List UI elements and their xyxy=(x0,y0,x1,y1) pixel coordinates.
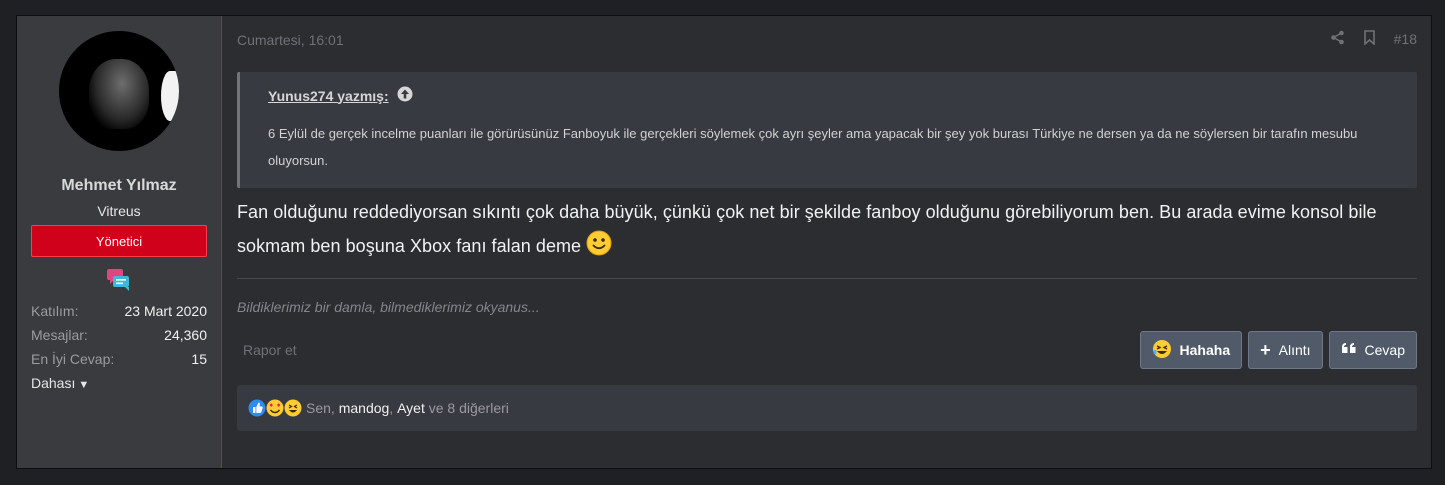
divider xyxy=(237,278,1417,279)
quote-block: Yunus274 yazmış: 6 Eylül de gerçek incel… xyxy=(237,72,1417,188)
stat-value[interactable]: 24,360 xyxy=(164,323,207,347)
bookmark-icon[interactable] xyxy=(1363,30,1376,48)
user-stats: Katılım: 23 Mart 2020 Mesajlar: 24,360 E… xyxy=(31,299,207,371)
reactions-bar: Sen, mandog, Ayet ve 8 diğerleri xyxy=(237,385,1417,431)
stat-joined: Katılım: 23 Mart 2020 xyxy=(31,299,207,323)
user-title: Vitreus xyxy=(97,203,141,219)
post-actions: Rapor et Hahaha + Alıntı Cevap xyxy=(237,331,1417,369)
avatar[interactable] xyxy=(59,31,179,151)
user-banner: Yönetici xyxy=(31,225,207,257)
more-label: Dahası xyxy=(31,375,76,391)
reaction-user-link[interactable]: Ayet xyxy=(397,400,425,416)
quote-text: 6 Eylül de gerçek incelme puanları ile g… xyxy=(268,126,1358,168)
more-toggle[interactable]: Dahası ▼ xyxy=(31,371,207,395)
caret-down-icon: ▼ xyxy=(78,379,90,391)
quote-button[interactable]: + Alıntı xyxy=(1248,331,1323,369)
quote-marks-icon xyxy=(1341,342,1357,359)
action-buttons: Hahaha + Alıntı Cevap xyxy=(1139,331,1417,369)
quote-attribution: Yunus274 yazmış: xyxy=(268,86,1389,105)
username[interactable]: Mehmet Yılmaz xyxy=(31,177,207,195)
stat-best-answer: En İyi Cevap: 15 xyxy=(31,347,207,371)
reaction-separator: , xyxy=(389,400,394,416)
post-main: Cumartesi, 16:01 #18 Yunus274 yazmış: 6 … xyxy=(222,16,1431,468)
reaction-icons[interactable] xyxy=(248,398,302,418)
report-link[interactable]: Rapor et xyxy=(237,342,297,358)
reply-button[interactable]: Cevap xyxy=(1328,331,1417,369)
post-body-text: Fan olduğunu reddediyorsan sıkıntı çok d… xyxy=(237,202,1377,256)
post-meta: Cumartesi, 16:01 #18 xyxy=(237,16,1417,48)
post-tools: #18 xyxy=(1330,30,1417,48)
stat-value: 15 xyxy=(191,351,207,367)
chat-bubbles-icon xyxy=(31,267,207,293)
quote-author-link[interactable]: Yunus274 yazmış: xyxy=(268,88,389,104)
signature: Bildiklerimiz bir damla, bilmediklerimiz… xyxy=(237,299,540,315)
user-info-panel: Mehmet Yılmaz Vitreus Yönetici Katılım: … xyxy=(17,16,222,468)
laughing-emoji-icon xyxy=(1152,339,1172,362)
reaction-you: Sen, xyxy=(306,400,335,416)
quote-label: Alıntı xyxy=(1278,342,1311,358)
reaction-user-link[interactable]: mandog xyxy=(339,400,390,416)
hahaha-button[interactable]: Hahaha xyxy=(1139,331,1243,369)
reaction-others-link[interactable]: ve 8 diğerleri xyxy=(429,400,509,416)
arrow-up-circle-icon[interactable] xyxy=(397,86,413,105)
avatar-face xyxy=(89,59,149,129)
post-date[interactable]: Cumartesi, 16:01 xyxy=(237,32,344,48)
hahaha-label: Hahaha xyxy=(1179,342,1231,358)
reply-label: Cevap xyxy=(1364,342,1405,358)
stat-messages: Mesajlar: 24,360 xyxy=(31,323,207,347)
stat-label: Mesajlar: xyxy=(31,327,88,343)
plus-icon: + xyxy=(1260,339,1271,360)
forum-post: Mehmet Yılmaz Vitreus Yönetici Katılım: … xyxy=(16,15,1432,469)
stat-value: 23 Mart 2020 xyxy=(124,303,208,319)
stat-label: Katılım: xyxy=(31,303,79,319)
stat-label: En İyi Cevap: xyxy=(31,351,115,367)
avatar-highlight xyxy=(161,71,179,121)
smiley-icon xyxy=(586,230,612,267)
post-number[interactable]: #18 xyxy=(1394,31,1417,47)
share-icon[interactable] xyxy=(1330,30,1345,48)
post-body: Fan olduğunu reddediyorsan sıkıntı çok d… xyxy=(237,195,1417,267)
